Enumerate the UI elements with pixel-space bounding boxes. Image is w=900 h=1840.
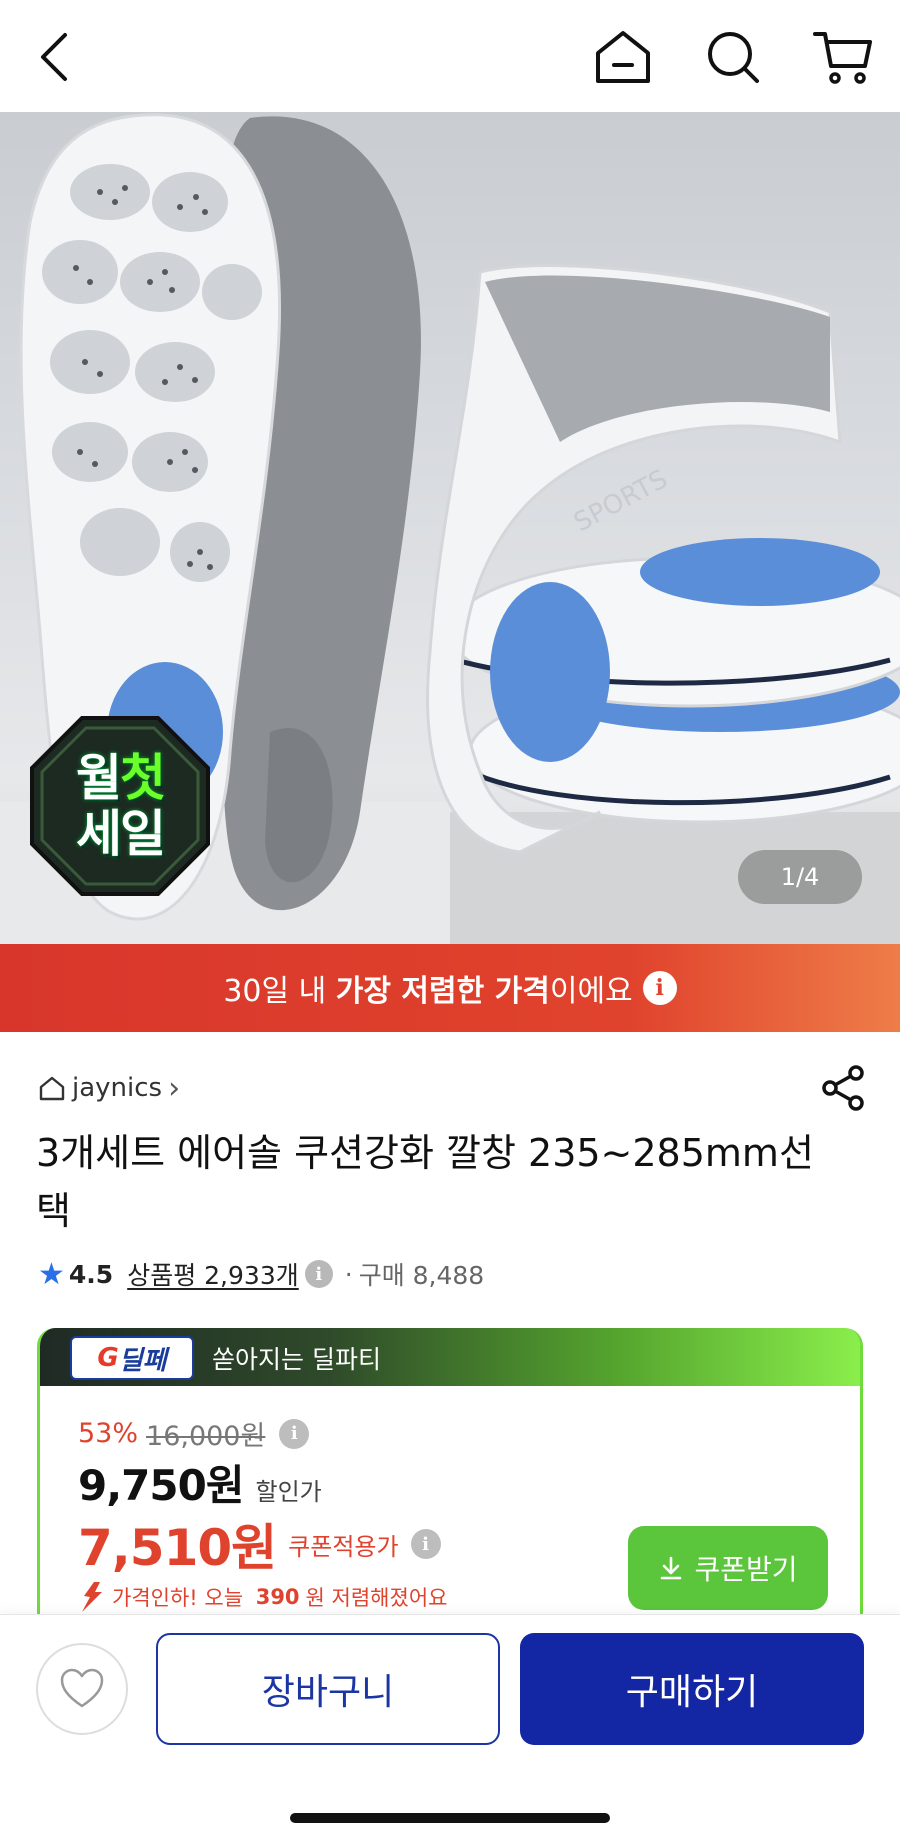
share-icon bbox=[822, 1065, 864, 1111]
reviews-link[interactable]: 상품평 2,933개 bbox=[127, 1256, 299, 1292]
badge-text-a: 월 bbox=[76, 749, 122, 807]
add-to-cart-button[interactable]: 장바구니 bbox=[156, 1633, 500, 1745]
cart-button[interactable] bbox=[808, 22, 878, 92]
info-icon[interactable]: i bbox=[304, 1260, 333, 1288]
deal-card: G 딜페 쏟아지는 딜파티 53% 16,000원 i 9,750원 할인가 7,… bbox=[37, 1328, 863, 1628]
home-button[interactable] bbox=[588, 22, 658, 92]
badge-text-c: 세일 bbox=[76, 805, 166, 863]
info-icon[interactable]: i bbox=[279, 1418, 310, 1449]
separator-dot: · bbox=[344, 1259, 353, 1289]
arrow-down-icon bbox=[82, 1582, 102, 1612]
share-button[interactable] bbox=[820, 1064, 868, 1112]
carousel-pager: 1/4 bbox=[738, 850, 862, 904]
deal-party-label: 쏟아지는 딜파티 bbox=[212, 1345, 381, 1374]
banner-prefix: 30일 내 bbox=[223, 974, 336, 1009]
back-button[interactable] bbox=[20, 22, 90, 92]
chevron-left-icon bbox=[41, 33, 67, 81]
buy-now-button[interactable]: 구매하기 bbox=[520, 1633, 864, 1745]
coupon-price-label: 쿠폰적용가 bbox=[288, 1532, 399, 1561]
deal-logo-g: G bbox=[97, 1343, 119, 1373]
top-nav bbox=[0, 0, 900, 112]
deal-party-logo: G 딜페 bbox=[70, 1336, 194, 1380]
drop-suffix: 원 저렴해졌어요 bbox=[305, 1586, 448, 1610]
heart-icon bbox=[60, 1668, 104, 1708]
banner-bold-text: 가장 저렴한 가격 bbox=[335, 974, 550, 1009]
get-coupon-button[interactable]: 쿠폰받기 bbox=[628, 1526, 828, 1610]
wishlist-button[interactable] bbox=[36, 1643, 128, 1735]
download-icon bbox=[661, 1556, 682, 1580]
search-button[interactable] bbox=[698, 22, 768, 92]
svg-text:SPORTS: SPORTS bbox=[569, 464, 672, 538]
rating-score: 4.5 bbox=[68, 1259, 114, 1289]
sale-price-label: 할인가 bbox=[255, 1478, 322, 1506]
drop-amount: 390 bbox=[255, 1585, 300, 1609]
seller-name: jaynics bbox=[72, 1073, 163, 1103]
sale-price: 9,750원 bbox=[78, 1461, 244, 1510]
price-drop-notice: 가격인하! 오늘 390 원 저렴해졌어요 bbox=[76, 1580, 447, 1614]
badge-text-b: 첫 bbox=[120, 749, 166, 807]
monthly-first-sale-badge: 월첫 세일 bbox=[28, 714, 212, 898]
discount-percent: 53% bbox=[78, 1418, 139, 1449]
star-icon: ★ bbox=[38, 1256, 65, 1292]
info-icon[interactable]: i bbox=[410, 1529, 441, 1559]
product-image-carousel[interactable]: SPORTS 월첫 세일 1/4 bbox=[0, 112, 900, 944]
home-icon bbox=[596, 31, 650, 83]
search-icon bbox=[708, 32, 759, 83]
discount-row: 53% 16,000원 i bbox=[78, 1414, 310, 1453]
original-price: 16,000원 bbox=[146, 1421, 266, 1452]
chevron-right-icon: › bbox=[168, 1070, 181, 1106]
sale-price-row: 9,750원 할인가 bbox=[78, 1452, 322, 1513]
deal-header: G 딜페 쏟아지는 딜파티 bbox=[40, 1328, 860, 1386]
get-coupon-label: 쿠폰받기 bbox=[694, 1553, 798, 1586]
coupon-price: 7,510원 bbox=[78, 1519, 277, 1577]
seller-link[interactable]: jaynics › bbox=[38, 1068, 180, 1108]
coupon-price-row: 7,510원 쿠폰적용가 i bbox=[78, 1508, 441, 1580]
product-title: 3개세트 에어솔 쿠션강화 깔창 235~285mm선택 bbox=[36, 1131, 814, 1233]
info-icon[interactable]: i bbox=[642, 971, 677, 1005]
lowest-price-banner[interactable]: 30일 내 가장 저렴한 가격 이에요 i bbox=[0, 944, 900, 1032]
cart-icon bbox=[813, 32, 872, 84]
deal-logo-b: 딜페 bbox=[118, 1345, 167, 1376]
rating-row: ★ 4.5 상품평 2,933개 i · 구매 8,488 bbox=[38, 1254, 484, 1294]
drop-prefix: 가격인하! 오늘 bbox=[112, 1586, 250, 1610]
purchase-count: 구매 8,488 bbox=[358, 1261, 485, 1290]
bottom-action-bar: 장바구니 구매하기 bbox=[0, 1614, 900, 1840]
store-home-icon bbox=[39, 1076, 65, 1101]
banner-suffix: 이에요 bbox=[549, 974, 633, 1009]
home-indicator bbox=[290, 1813, 610, 1823]
